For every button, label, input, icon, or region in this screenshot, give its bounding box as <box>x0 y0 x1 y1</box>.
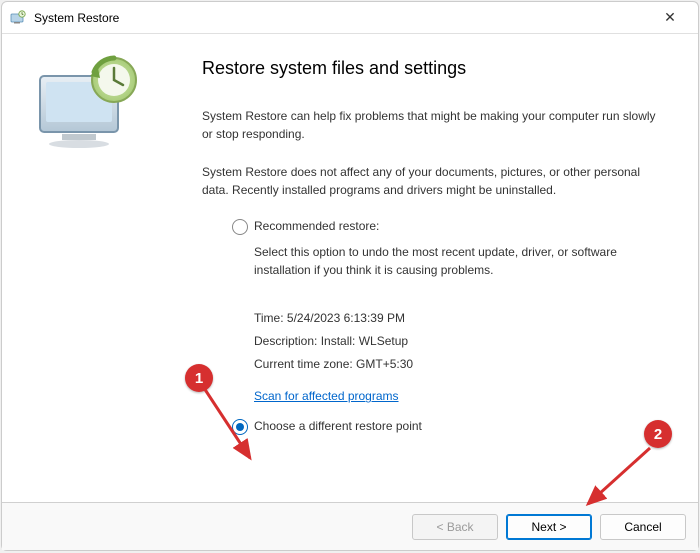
back-button[interactable]: < Back <box>412 514 498 540</box>
radio-selected-icon <box>232 419 248 435</box>
page-heading: Restore system files and settings <box>202 58 658 79</box>
intro-paragraph-2: System Restore does not affect any of yo… <box>202 163 658 199</box>
cancel-button[interactable]: Cancel <box>600 514 686 540</box>
detail-time: Time: 5/24/2023 6:13:39 PM <box>254 307 658 330</box>
content-area: Restore system files and settings System… <box>2 34 698 502</box>
main-panel: Restore system files and settings System… <box>162 34 698 502</box>
close-button[interactable]: ✕ <box>650 4 690 32</box>
restore-graphic-icon <box>32 54 152 154</box>
app-icon <box>10 10 26 26</box>
intro-paragraph-1: System Restore can help fix problems tha… <box>202 107 658 143</box>
recommended-restore-option[interactable]: Recommended restore: <box>232 219 658 235</box>
sidebar <box>2 34 162 502</box>
footer-button-bar: < Back Next > Cancel <box>2 502 698 550</box>
different-restore-option[interactable]: Choose a different restore point <box>232 419 658 435</box>
radio-unselected-icon <box>232 219 248 235</box>
detail-timezone: Current time zone: GMT+5:30 <box>254 353 658 376</box>
scan-affected-link[interactable]: Scan for affected programs <box>254 389 399 403</box>
titlebar: System Restore ✕ <box>2 2 698 34</box>
detail-description: Description: Install: WLSetup <box>254 330 658 353</box>
restore-details: Time: 5/24/2023 6:13:39 PM Description: … <box>254 307 658 375</box>
different-label: Choose a different restore point <box>254 419 422 433</box>
system-restore-window: System Restore ✕ <box>1 1 699 551</box>
recommended-label: Recommended restore: <box>254 219 379 233</box>
callout-badge-1: 1 <box>185 364 213 392</box>
recommended-description: Select this option to undo the most rece… <box>254 243 638 279</box>
callout-badge-2: 2 <box>644 420 672 448</box>
next-button[interactable]: Next > <box>506 514 592 540</box>
window-title: System Restore <box>34 11 650 25</box>
